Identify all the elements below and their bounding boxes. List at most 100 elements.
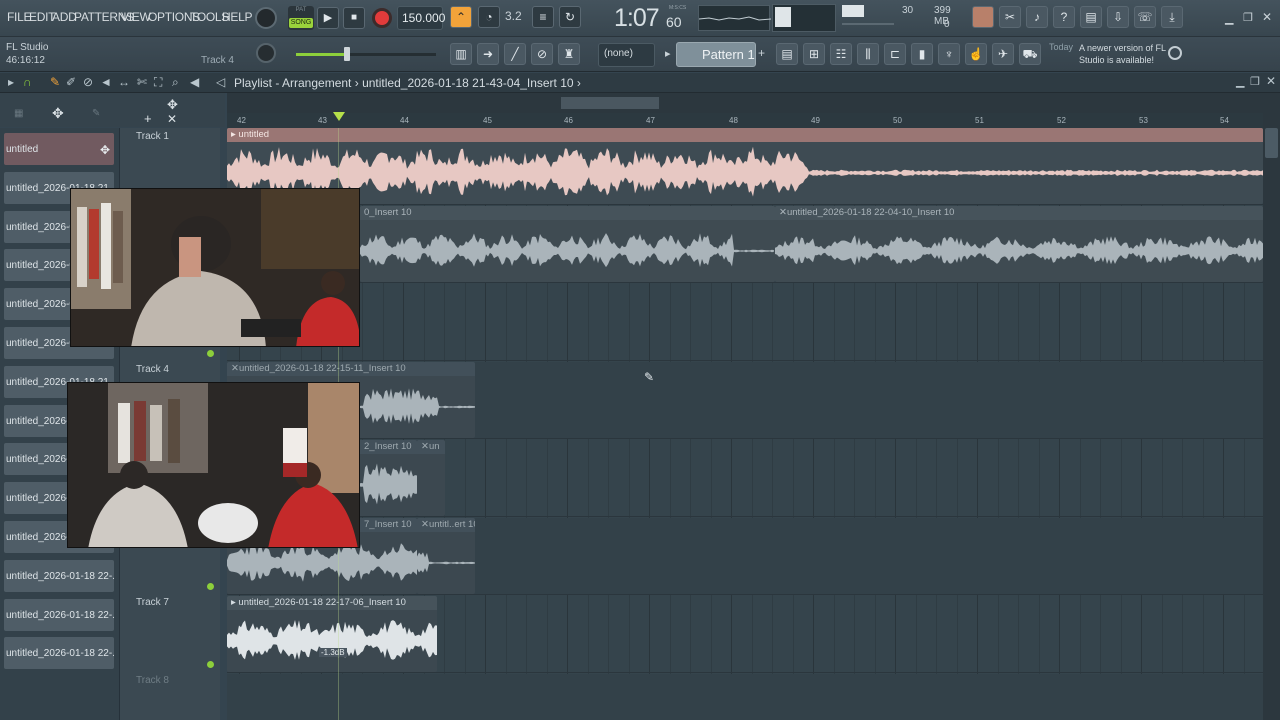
download-icon[interactable]: ⤓ — [1161, 6, 1183, 28]
timeline-ruler[interactable] — [227, 113, 1263, 128]
master-pitch-slider[interactable] — [775, 7, 791, 27]
countdown-sig[interactable]: 3.2 — [505, 9, 522, 23]
track-6-active-dot[interactable] — [207, 583, 214, 590]
scrollbar-thumb[interactable] — [1265, 128, 1278, 158]
clip-picker-item[interactable]: untitled_2026-01-18 22-... — [4, 559, 114, 592]
master-volume-knob[interactable] — [255, 7, 277, 29]
track-7-active-dot[interactable] — [207, 661, 214, 668]
plugin-icon[interactable]: ♆ — [938, 43, 960, 65]
master-pitch-knob[interactable] — [256, 43, 276, 63]
bird-icon[interactable]: ✈ — [992, 43, 1014, 65]
picker-nav-icon[interactable]: ▦ — [14, 108, 23, 119]
menu-view[interactable]: VIEW — [121, 10, 151, 24]
piano-roll-icon[interactable]: ▥ — [450, 43, 472, 65]
news-text[interactable]: A newer version of FL Studio is availabl… — [1079, 42, 1174, 66]
track-move-icon[interactable]: ✥ — [167, 97, 178, 113]
volume-slider-track[interactable] — [296, 47, 436, 61]
clip-picker-item[interactable]: untitled_2026-01-18 22-... — [4, 598, 114, 631]
menu-add[interactable]: ADD — [52, 10, 77, 24]
master-sliders[interactable] — [772, 4, 836, 32]
audio-clip[interactable]: 0_Insert 10 — [360, 206, 775, 282]
slip-tool-icon[interactable]: ↔ — [118, 75, 130, 89]
browser-icon[interactable]: ⊏ — [884, 43, 906, 65]
playback-tool-icon[interactable]: ◀ — [190, 75, 199, 89]
volume-slider-handle[interactable] — [344, 47, 350, 61]
touch-icon[interactable]: ☝ — [965, 43, 987, 65]
clip-picker-item[interactable]: untitled_2026-01-18 22-... — [4, 637, 114, 670]
zoom-tool-icon[interactable]: ⌕ — [172, 75, 179, 90]
help-icon[interactable]: ? — [1053, 6, 1075, 28]
vertical-scrollbar[interactable] — [1263, 93, 1280, 720]
add-pattern-icon[interactable]: + — [758, 46, 765, 60]
pattern-selector[interactable]: Pattern 1 — [676, 42, 756, 67]
playlist-minimize-icon[interactable]: ▁ — [1236, 75, 1244, 88]
pat-song-switch[interactable]: PAT SONG — [288, 6, 314, 30]
clear-icon[interactable]: ✕ — [167, 112, 177, 126]
track-3-active-dot[interactable] — [207, 350, 214, 357]
slice-tool-icon[interactable]: ✄ — [137, 75, 147, 89]
microphone-icon[interactable]: ♪ — [1026, 6, 1048, 28]
speaker-icon[interactable]: ◁ — [216, 75, 225, 89]
track-lane-3[interactable] — [227, 284, 1263, 361]
link-icon[interactable]: ⊘ — [531, 43, 553, 65]
mute-tool-icon[interactable]: ◄ — [100, 75, 112, 89]
maximize-icon[interactable]: ❐ — [1243, 11, 1253, 24]
picker-select-icon[interactable]: ✥ — [100, 143, 110, 157]
playhead-marker[interactable] — [333, 112, 345, 121]
time-display[interactable]: 1:07 M:S:CS 60 — [600, 2, 692, 35]
pattern-none-selector[interactable]: (none) — [598, 43, 655, 67]
play-button[interactable]: ▶ — [317, 7, 339, 29]
scissors-icon[interactable]: ✂ — [999, 6, 1021, 28]
mixer-icon[interactable]: ⫼ — [857, 43, 879, 65]
audio-clip[interactable]: ✕untitl..ert 10 — [417, 518, 475, 594]
channel-rack-icon[interactable]: ☷ — [830, 43, 852, 65]
piano-roll-view-icon[interactable]: ⊞ — [803, 43, 825, 65]
save-icon[interactable]: ▤ — [1080, 6, 1102, 28]
audio-clip[interactable]: ✕un — [417, 440, 445, 516]
metronome-icon[interactable]: ⌃ — [450, 6, 472, 28]
delete-tool-icon[interactable]: ⊘ — [83, 75, 93, 89]
playlist-menu-icon[interactable]: ▸ — [8, 75, 14, 89]
cart-icon[interactable]: ⛟ — [1019, 43, 1041, 65]
select-tool-icon[interactable]: ⛶ — [154, 75, 162, 90]
chat-icon[interactable]: ☏ — [1134, 6, 1156, 28]
magnet-icon[interactable]: ∩ — [23, 75, 32, 89]
close-icon[interactable]: ✕ — [1262, 10, 1272, 24]
tempo-display[interactable]: 150.000 — [397, 6, 445, 30]
draw-tool-icon[interactable]: ✎ — [50, 75, 60, 89]
paint-tool-icon[interactable]: ✐ — [66, 75, 76, 89]
project-icon[interactable]: ▮ — [911, 43, 933, 65]
menu-help[interactable]: HELP — [222, 10, 252, 24]
render-icon[interactable]: ⇩ — [1107, 6, 1129, 28]
step-edit-icon[interactable]: ≡ — [532, 6, 554, 28]
picker-settings-icon[interactable]: ✎ — [92, 108, 100, 119]
track-8-name[interactable]: Track 8 — [136, 675, 169, 686]
playlist-maximize-icon[interactable]: ❐ — [1250, 75, 1260, 88]
minimize-icon[interactable]: ▁ — [1225, 12, 1233, 25]
picker-move-icon[interactable]: ✥ — [52, 105, 64, 122]
record-button[interactable] — [372, 8, 392, 28]
track-lane-8[interactable] — [227, 674, 1263, 720]
pattern-prev-icon[interactable]: ▸ — [665, 47, 671, 60]
pen-icon[interactable]: ╱ — [504, 43, 526, 65]
clip-picker-item[interactable]: untitled — [4, 133, 114, 165]
audio-clip[interactable]: ▸ untitled — [227, 128, 1263, 204]
overview-viewport[interactable] — [561, 97, 659, 109]
loop-record-icon[interactable]: ↻ — [559, 6, 581, 28]
add-track-icon[interactable]: + — [144, 111, 152, 126]
stamp-icon[interactable]: ♜ — [558, 43, 580, 65]
plugin-picker-icon[interactable] — [972, 6, 994, 28]
arrow-right-icon[interactable]: ➜ — [477, 43, 499, 65]
playlist-close-icon[interactable]: ✕ — [1266, 74, 1276, 88]
playlist-overview[interactable] — [227, 93, 1263, 113]
track-7-name[interactable]: Track 7 — [136, 597, 169, 608]
wait-input-icon[interactable]: ◔ — [478, 6, 500, 28]
globe-icon[interactable] — [1168, 46, 1182, 60]
audio-clip[interactable]: ▸ untitled_2026-01-18 22-17-06_Insert 10… — [227, 596, 437, 672]
audio-clip[interactable]: ✕untitled_2026-01-18 22-04-10_Insert 10 — [775, 206, 1263, 282]
menu-file[interactable]: FILE — [7, 10, 31, 24]
playlist-view-icon[interactable]: ▤ — [776, 43, 798, 65]
track-4-name[interactable]: Track 4 — [136, 364, 169, 375]
stop-button[interactable]: ■ — [343, 7, 365, 29]
track-1-name[interactable]: Track 1 — [136, 131, 169, 142]
